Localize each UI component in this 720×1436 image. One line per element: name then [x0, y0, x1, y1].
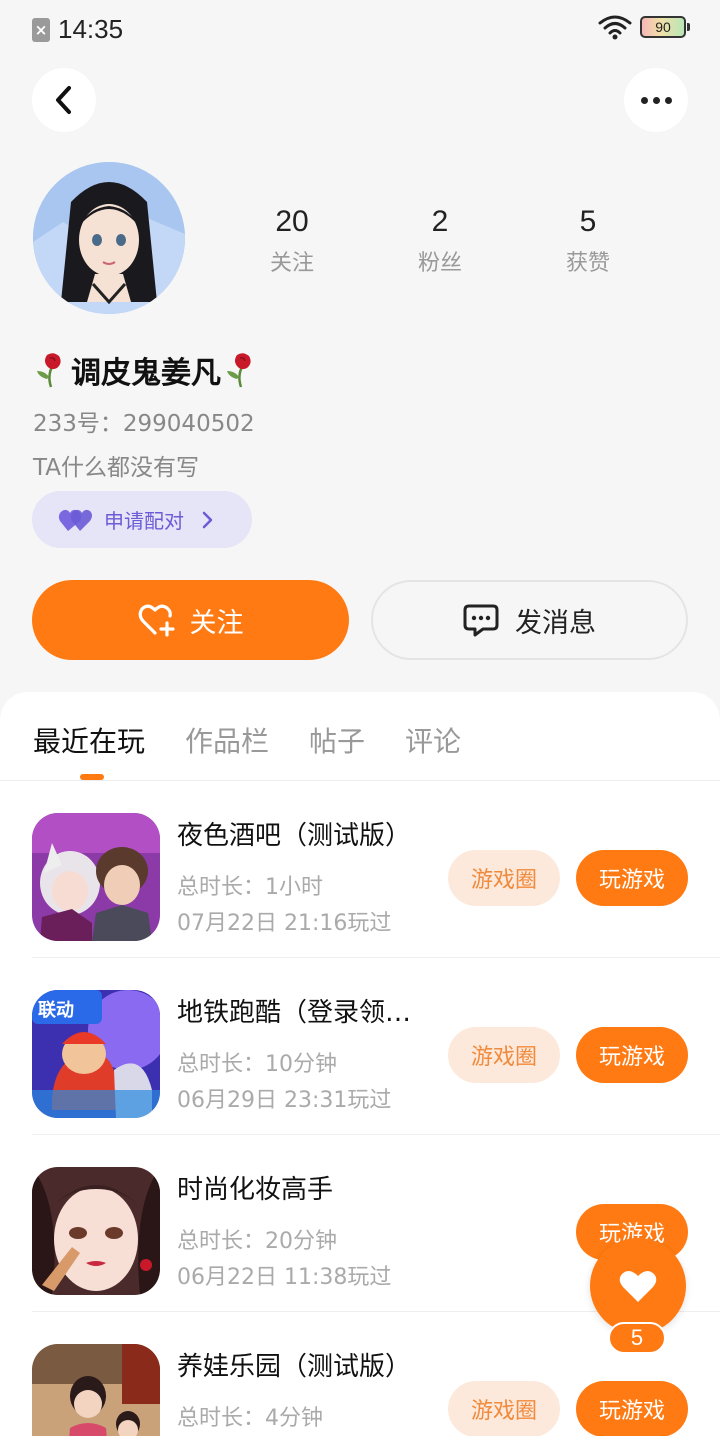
game-name: 地铁跑酷（登录领…: [177, 998, 412, 1028]
tab-posts[interactable]: 帖子: [309, 720, 365, 760]
status-right: 90: [598, 14, 690, 40]
more-button[interactable]: [624, 68, 688, 132]
game-circle-button[interactable]: 游戏圈: [448, 1381, 560, 1436]
rose-icon: [227, 353, 251, 388]
game-row[interactable]: 夜色酒吧（测试版） 总时长：1小时 07月22日 21:16玩过 游戏圈 玩游戏: [0, 781, 720, 958]
nickname: 调皮鬼姜凡: [33, 348, 259, 392]
chevron-left-icon: [56, 86, 71, 114]
pair-request-label: 申请配对: [104, 509, 184, 533]
stat-label: 粉丝: [417, 251, 462, 276]
game-icon-image: [32, 813, 160, 941]
double-heart-icon: [58, 509, 92, 531]
stat-value: 20: [275, 205, 309, 238]
chat-bubble-icon: [463, 604, 499, 637]
stat-following[interactable]: 20 关注: [218, 205, 366, 277]
stat-value: 2: [431, 205, 449, 238]
game-icon-image: [32, 1167, 160, 1295]
battery-level: 90: [655, 19, 671, 35]
game-last-played: 06月22日 11:38玩过: [177, 1265, 392, 1290]
message-button[interactable]: 发消息: [371, 580, 688, 660]
follow-label: 关注: [189, 607, 244, 639]
play-game-button[interactable]: 玩游戏: [576, 850, 688, 906]
sim-off-icon: [32, 17, 50, 42]
stat-label: 获赞: [565, 251, 610, 276]
game-duration: 总时长：10分钟: [177, 1052, 337, 1077]
game-duration: 总时长：20分钟: [177, 1229, 337, 1254]
profile-stats: 20 关注 2 粉丝 5 获赞: [218, 205, 662, 277]
game-name: 养娃乐园（测试版）: [177, 1352, 412, 1382]
game-duration: 总时长：1小时: [177, 875, 323, 900]
pair-request-button[interactable]: 申请配对: [32, 491, 252, 548]
game-last-played: 07月22日 21:16玩过: [177, 911, 392, 936]
game-circle-button[interactable]: 游戏圈: [448, 1027, 560, 1083]
game-name: 时尚化妆高手: [177, 1175, 334, 1205]
floating-like-button[interactable]: [590, 1238, 686, 1334]
wifi-icon: [598, 15, 632, 40]
tab-works[interactable]: 作品栏: [185, 720, 269, 760]
follow-button[interactable]: 关注: [32, 580, 349, 660]
user-id: 233号：299040502: [33, 411, 255, 437]
game-icon-image: [32, 1344, 160, 1436]
game-icon[interactable]: 联动: [32, 990, 160, 1118]
stat-followers[interactable]: 2 粉丝: [366, 205, 514, 277]
game-icon[interactable]: [32, 1344, 160, 1436]
game-last-played: 06月29日 23:31玩过: [177, 1088, 392, 1113]
game-icon[interactable]: [32, 1167, 160, 1295]
stat-label: 关注: [269, 251, 314, 276]
more-dots-icon: [640, 96, 672, 104]
avatar[interactable]: [33, 162, 185, 314]
heart-icon: [619, 1270, 657, 1302]
play-game-button[interactable]: 玩游戏: [576, 1381, 688, 1436]
back-button[interactable]: [32, 68, 96, 132]
stat-likes[interactable]: 5 获赞: [514, 205, 662, 277]
status-left: 14:35: [32, 14, 123, 45]
game-row[interactable]: 联动 地铁跑酷（登录领… 总时长：10分钟 06月29日 23:31玩过 游戏圈…: [0, 958, 720, 1135]
tab-comments[interactable]: 评论: [405, 720, 461, 760]
profile-tabs: 最近在玩 作品栏 帖子 评论: [33, 720, 461, 760]
user-bio: TA什么都没有写: [33, 455, 199, 481]
chevron-right-icon: [202, 511, 213, 528]
nickname-text: 调皮鬼姜凡: [71, 356, 221, 391]
game-name: 夜色酒吧（测试版）: [177, 821, 412, 851]
status-bar: 14:35 90: [0, 0, 720, 60]
battery-icon: 90: [640, 16, 690, 38]
game-icon[interactable]: [32, 813, 160, 941]
stat-value: 5: [579, 205, 597, 238]
rose-icon: [37, 353, 61, 388]
game-duration: 总时长：4分钟: [177, 1406, 323, 1431]
avatar-image: [33, 162, 185, 314]
heart-plus-icon: [138, 604, 175, 637]
play-game-button[interactable]: 玩游戏: [576, 1027, 688, 1083]
tab-recent-play[interactable]: 最近在玩: [33, 720, 145, 760]
game-icon-badge: 联动: [38, 1000, 74, 1021]
like-count-badge: 5: [608, 1322, 666, 1354]
game-circle-button[interactable]: 游戏圈: [448, 850, 560, 906]
status-time: 14:35: [58, 14, 124, 44]
message-label: 发消息: [515, 607, 596, 639]
